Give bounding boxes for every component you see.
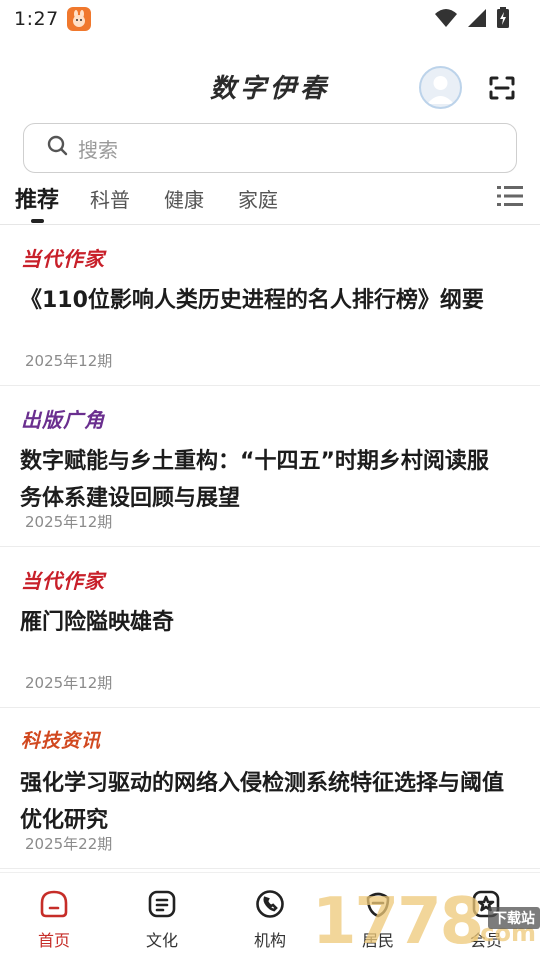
bunny-app-icon [66, 7, 91, 31]
nav-institution[interactable]: 机构 [235, 887, 305, 951]
article-card[interactable]: 出版广角 数字赋能与乡土重构：“十四五”时期乡村阅读服务体系建设回顾与展望 20… [0, 386, 540, 547]
tab-recommend[interactable]: 推荐 [15, 182, 59, 214]
article-issue: 2025年12期 [25, 674, 113, 692]
article-card[interactable]: 当代作家 雁门险隘映雄奇 2025年12期 [0, 547, 540, 708]
status-time: 1:27 [14, 8, 59, 30]
watermark-digits: 1778 [312, 885, 484, 959]
phone-icon [253, 887, 287, 921]
article-source: 出版广角 [21, 408, 105, 432]
nav-label: 机构 [253, 931, 286, 950]
status-bar: 1:27 [0, 0, 540, 38]
app-header: 数字伊春 [0, 60, 540, 116]
nav-label: 文化 [145, 931, 178, 950]
article-issue: 2025年12期 [25, 513, 113, 531]
document-icon [145, 887, 179, 921]
tab-family[interactable]: 家庭 [238, 184, 278, 213]
site-watermark: 1778 .com 下载站 [312, 885, 540, 960]
nav-label: 首页 [37, 931, 70, 950]
status-icons [434, 7, 510, 33]
article-source: 当代作家 [21, 247, 105, 271]
search-icon [46, 134, 70, 162]
list-menu-icon[interactable] [497, 184, 523, 208]
article-feed: 当代作家 《110位影响人类历史进程的名人排行榜》纲要 2025年12期 出版广… [0, 225, 540, 869]
article-card[interactable]: 科技资讯 强化学习驱动的网络入侵检测系统特征选择与阈值优化研究 2025年22期 [0, 708, 540, 869]
article-card[interactable]: 当代作家 《110位影响人类历史进程的名人排行榜》纲要 2025年12期 [0, 225, 540, 386]
scan-icon[interactable] [486, 73, 518, 103]
article-title[interactable]: 强化学习驱动的网络入侵检测系统特征选择与阈值优化研究 [20, 765, 510, 839]
cell-signal-icon [466, 7, 488, 33]
home-icon [37, 887, 71, 921]
active-tab-indicator [31, 219, 44, 223]
nav-home[interactable]: 首页 [19, 887, 89, 951]
article-issue: 2025年22期 [25, 835, 113, 853]
tab-health[interactable]: 健康 [164, 184, 204, 213]
nav-culture[interactable]: 文化 [127, 887, 197, 951]
article-source: 科技资讯 [21, 730, 102, 752]
watermark-tag: 下载站 [488, 907, 540, 929]
article-title[interactable]: 《110位影响人类历史进程的名人排行榜》纲要 [20, 282, 510, 319]
article-source: 当代作家 [21, 569, 105, 593]
article-title[interactable]: 数字赋能与乡土重构：“十四五”时期乡村阅读服务体系建设回顾与展望 [20, 443, 510, 517]
tab-science[interactable]: 科普 [90, 184, 130, 213]
category-tabs: 推荐 科普 健康 家庭 [0, 178, 540, 224]
search-placeholder: 搜索 [78, 137, 118, 162]
article-issue: 2025年12期 [25, 352, 113, 370]
article-title[interactable]: 雁门险隘映雄奇 [20, 604, 510, 641]
search-input[interactable]: 搜索 [23, 123, 517, 173]
user-avatar-icon[interactable] [419, 66, 462, 109]
battery-charging-icon [496, 7, 510, 33]
wifi-icon [434, 7, 458, 33]
